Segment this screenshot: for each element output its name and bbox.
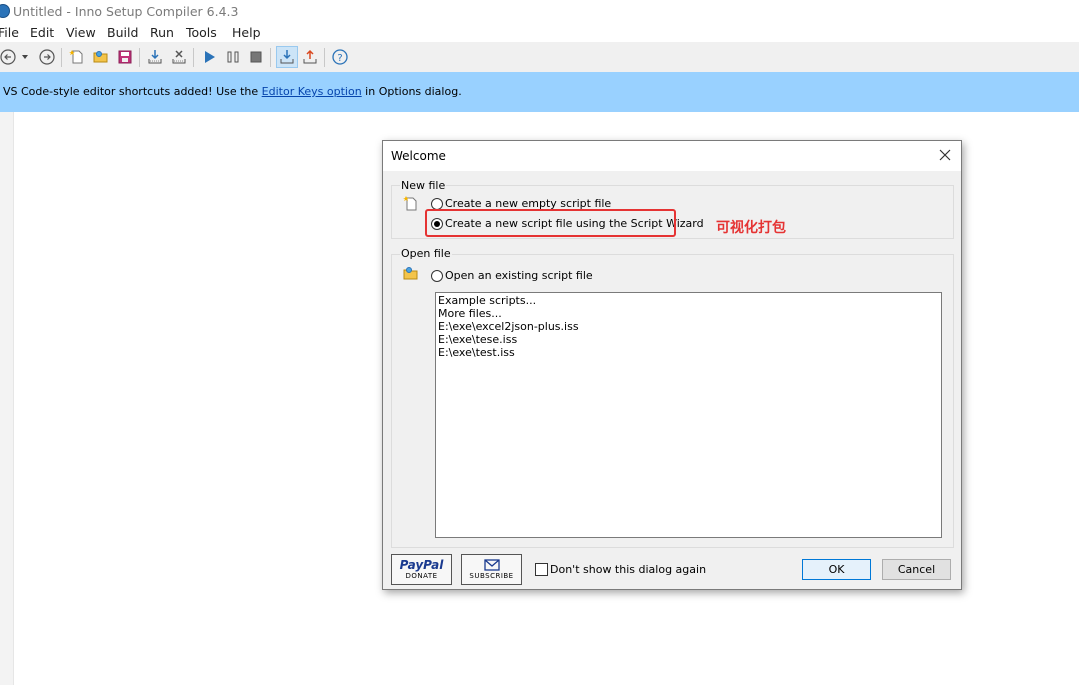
paypal-donate-label: DONATE [405, 572, 438, 580]
toolbar: ? [0, 42, 1079, 72]
dialog-titlebar: Welcome [383, 141, 961, 171]
stop-compile-icon[interactable] [169, 47, 189, 67]
back-icon[interactable] [0, 47, 18, 67]
forward-icon[interactable] [37, 47, 57, 67]
run-icon[interactable] [199, 47, 219, 67]
save-icon[interactable] [115, 47, 135, 67]
list-item[interactable]: E:\exe\excel2json-plus.iss [438, 320, 939, 333]
app-icon [0, 4, 10, 18]
radio-open-label: Open an existing script file [445, 269, 593, 282]
radio-open-existing[interactable]: Open an existing script file [431, 269, 593, 282]
dialog-title: Welcome [391, 149, 446, 163]
dropdown-icon[interactable] [19, 47, 31, 67]
open-file-icon[interactable] [91, 47, 111, 67]
radio-button[interactable] [431, 197, 443, 210]
menu-build[interactable]: Build [107, 25, 138, 40]
title-bar: Untitled - Inno Setup Compiler 6.4.3 [0, 0, 1079, 24]
paypal-donate-button[interactable]: PayPal DONATE [391, 554, 452, 585]
notice-bar: VS Code-style editor shortcuts added! Us… [0, 72, 1079, 112]
new-file-icon [403, 195, 419, 214]
toolbar-separator [193, 48, 194, 67]
subscribe-label: SUBSCRIBE [469, 571, 514, 580]
subscribe-button[interactable]: SUBSCRIBE [461, 554, 522, 585]
svg-text:?: ? [337, 53, 342, 64]
menu-tools[interactable]: Tools [186, 25, 217, 40]
annotation-highlight-box [425, 209, 676, 237]
stop-icon[interactable] [246, 47, 266, 67]
menu-view[interactable]: View [66, 25, 96, 40]
toolbar-separator [61, 48, 62, 67]
notice-suffix: in Options dialog. [361, 85, 462, 98]
menu-edit[interactable]: Edit [30, 25, 54, 40]
dont-show-checkbox[interactable]: Don't show this dialog again [535, 563, 706, 576]
notice-prefix: VS Code-style editor shortcuts added! Us… [3, 85, 262, 98]
ok-button[interactable]: OK [802, 559, 871, 580]
list-item[interactable]: Example scripts... [438, 294, 939, 307]
mail-icon [483, 558, 500, 571]
notice-text: VS Code-style editor shortcuts added! Us… [3, 85, 462, 98]
editor-keys-link[interactable]: Editor Keys option [262, 85, 362, 98]
new-file-icon[interactable] [67, 47, 87, 67]
annotation-label: 可视化打包 [716, 220, 786, 236]
window-title: Untitled - Inno Setup Compiler 6.4.3 [13, 4, 239, 19]
menu-help[interactable]: Help [232, 25, 261, 40]
new-file-label: New file [400, 179, 447, 192]
open-file-label: Open file [400, 247, 452, 260]
target-upload-icon[interactable] [300, 47, 320, 67]
open-folder-icon [403, 265, 419, 284]
close-icon[interactable] [935, 145, 955, 165]
radio-button[interactable] [431, 269, 443, 282]
menu-bar: File Edit View Build Run Tools Help [0, 24, 1079, 42]
list-item[interactable]: E:\exe\test.iss [438, 346, 939, 359]
checkbox[interactable] [535, 563, 548, 576]
paypal-logo: PayPal [399, 558, 444, 572]
list-item[interactable]: More files... [438, 307, 939, 320]
menu-file[interactable]: File [0, 25, 19, 40]
toolbar-separator [270, 48, 271, 67]
editor-gutter [0, 112, 14, 685]
pause-icon[interactable] [223, 47, 243, 67]
menu-run[interactable]: Run [150, 25, 174, 40]
toolbar-separator [139, 48, 140, 67]
toolbar-separator [324, 48, 325, 67]
target-download-icon[interactable] [276, 46, 298, 68]
list-item[interactable]: E:\exe\tese.iss [438, 333, 939, 346]
dont-show-label: Don't show this dialog again [550, 563, 707, 576]
help-icon[interactable]: ? [330, 47, 350, 67]
cancel-button[interactable]: Cancel [882, 559, 951, 580]
welcome-dialog: Welcome New file Create a new empty scri… [382, 140, 962, 590]
recent-files-list[interactable]: Example scripts... More files... E:\exe\… [435, 292, 942, 538]
compile-icon[interactable] [145, 47, 165, 67]
